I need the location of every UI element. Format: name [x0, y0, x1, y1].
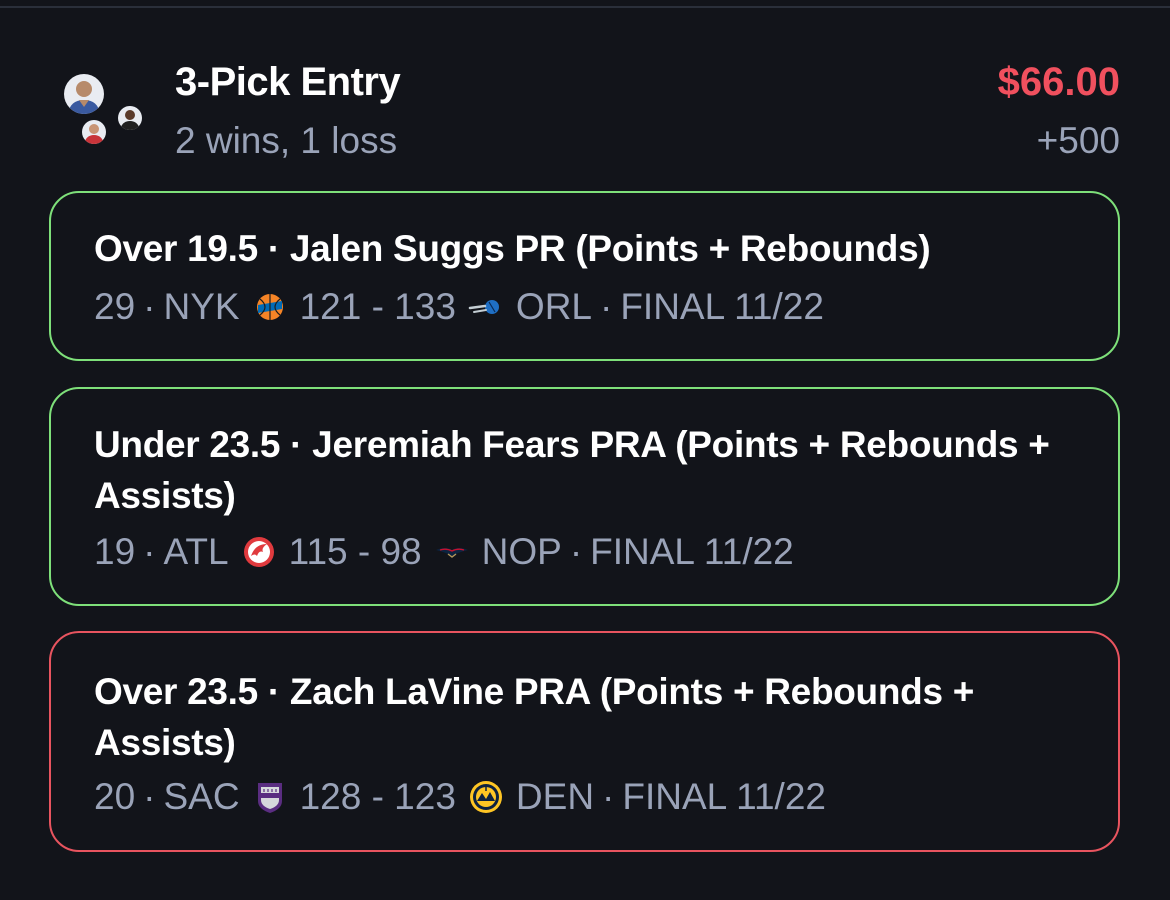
payout-amount: $66.00: [997, 60, 1120, 104]
game-score: 121 - 133: [299, 286, 456, 327]
entry-title: 3-Pick Entry: [175, 60, 401, 104]
home-team: SAC: [163, 776, 240, 817]
pick-card-win[interactable]: Under 23.5 · Jeremiah Fears PRA (Points …: [49, 387, 1120, 606]
home-team: NYK: [163, 286, 240, 327]
nuggets-logo-icon: [468, 779, 504, 815]
game-summary: 19 · ATL 115 - 98 NOP · FINAL 11/22: [94, 531, 794, 572]
avatar: [118, 106, 142, 130]
game-score: 115 - 98: [288, 531, 422, 572]
game-score: 128 - 123: [299, 776, 456, 817]
game-summary: 20 · SAC 128 - 123 DEN · FINAL 11/22: [94, 776, 826, 817]
knicks-logo-icon: [252, 289, 288, 325]
pick-description: Over 19.5 · Jalen Suggs PR (Points + Reb…: [94, 228, 931, 269]
magic-logo-icon: [468, 289, 504, 325]
home-team: ATL: [163, 531, 229, 572]
avatar: [64, 74, 104, 114]
player-stat: 29: [94, 286, 136, 327]
pick-card-win[interactable]: Over 19.5 · Jalen Suggs PR (Points + Reb…: [49, 191, 1120, 361]
avatar: [82, 120, 106, 144]
pick-card-loss[interactable]: Over 23.5 · Zach LaVine PRA (Points + Re…: [49, 631, 1120, 852]
pick-description: Over 23.5 · Zach LaVine PRA (Points + Re…: [94, 671, 975, 763]
player-stat: 19: [94, 531, 136, 572]
game-status: FINAL 11/22: [620, 286, 824, 327]
game-status: FINAL 11/22: [590, 531, 794, 572]
entry-record: 2 wins, 1 loss: [175, 120, 398, 161]
game-summary: 29 · NYK 121 - 133 ORL · FINAL 11/22: [94, 286, 824, 327]
payout-odds: +500: [1036, 120, 1120, 161]
hawks-logo-icon: [241, 534, 277, 570]
entry-header[interactable]: 3-Pick Entry 2 wins, 1 loss $66.00 +500: [0, 0, 1170, 180]
kings-logo-icon: [252, 779, 288, 815]
away-team: NOP: [481, 531, 562, 572]
game-status: FINAL 11/22: [622, 776, 826, 817]
pelicans-logo-icon: [434, 534, 470, 570]
away-team: ORL: [515, 286, 592, 327]
player-stat: 20: [94, 776, 136, 817]
pick-description: Under 23.5 · Jeremiah Fears PRA (Points …: [94, 424, 1050, 516]
player-avatars: [62, 72, 142, 152]
away-team: DEN: [515, 776, 595, 817]
